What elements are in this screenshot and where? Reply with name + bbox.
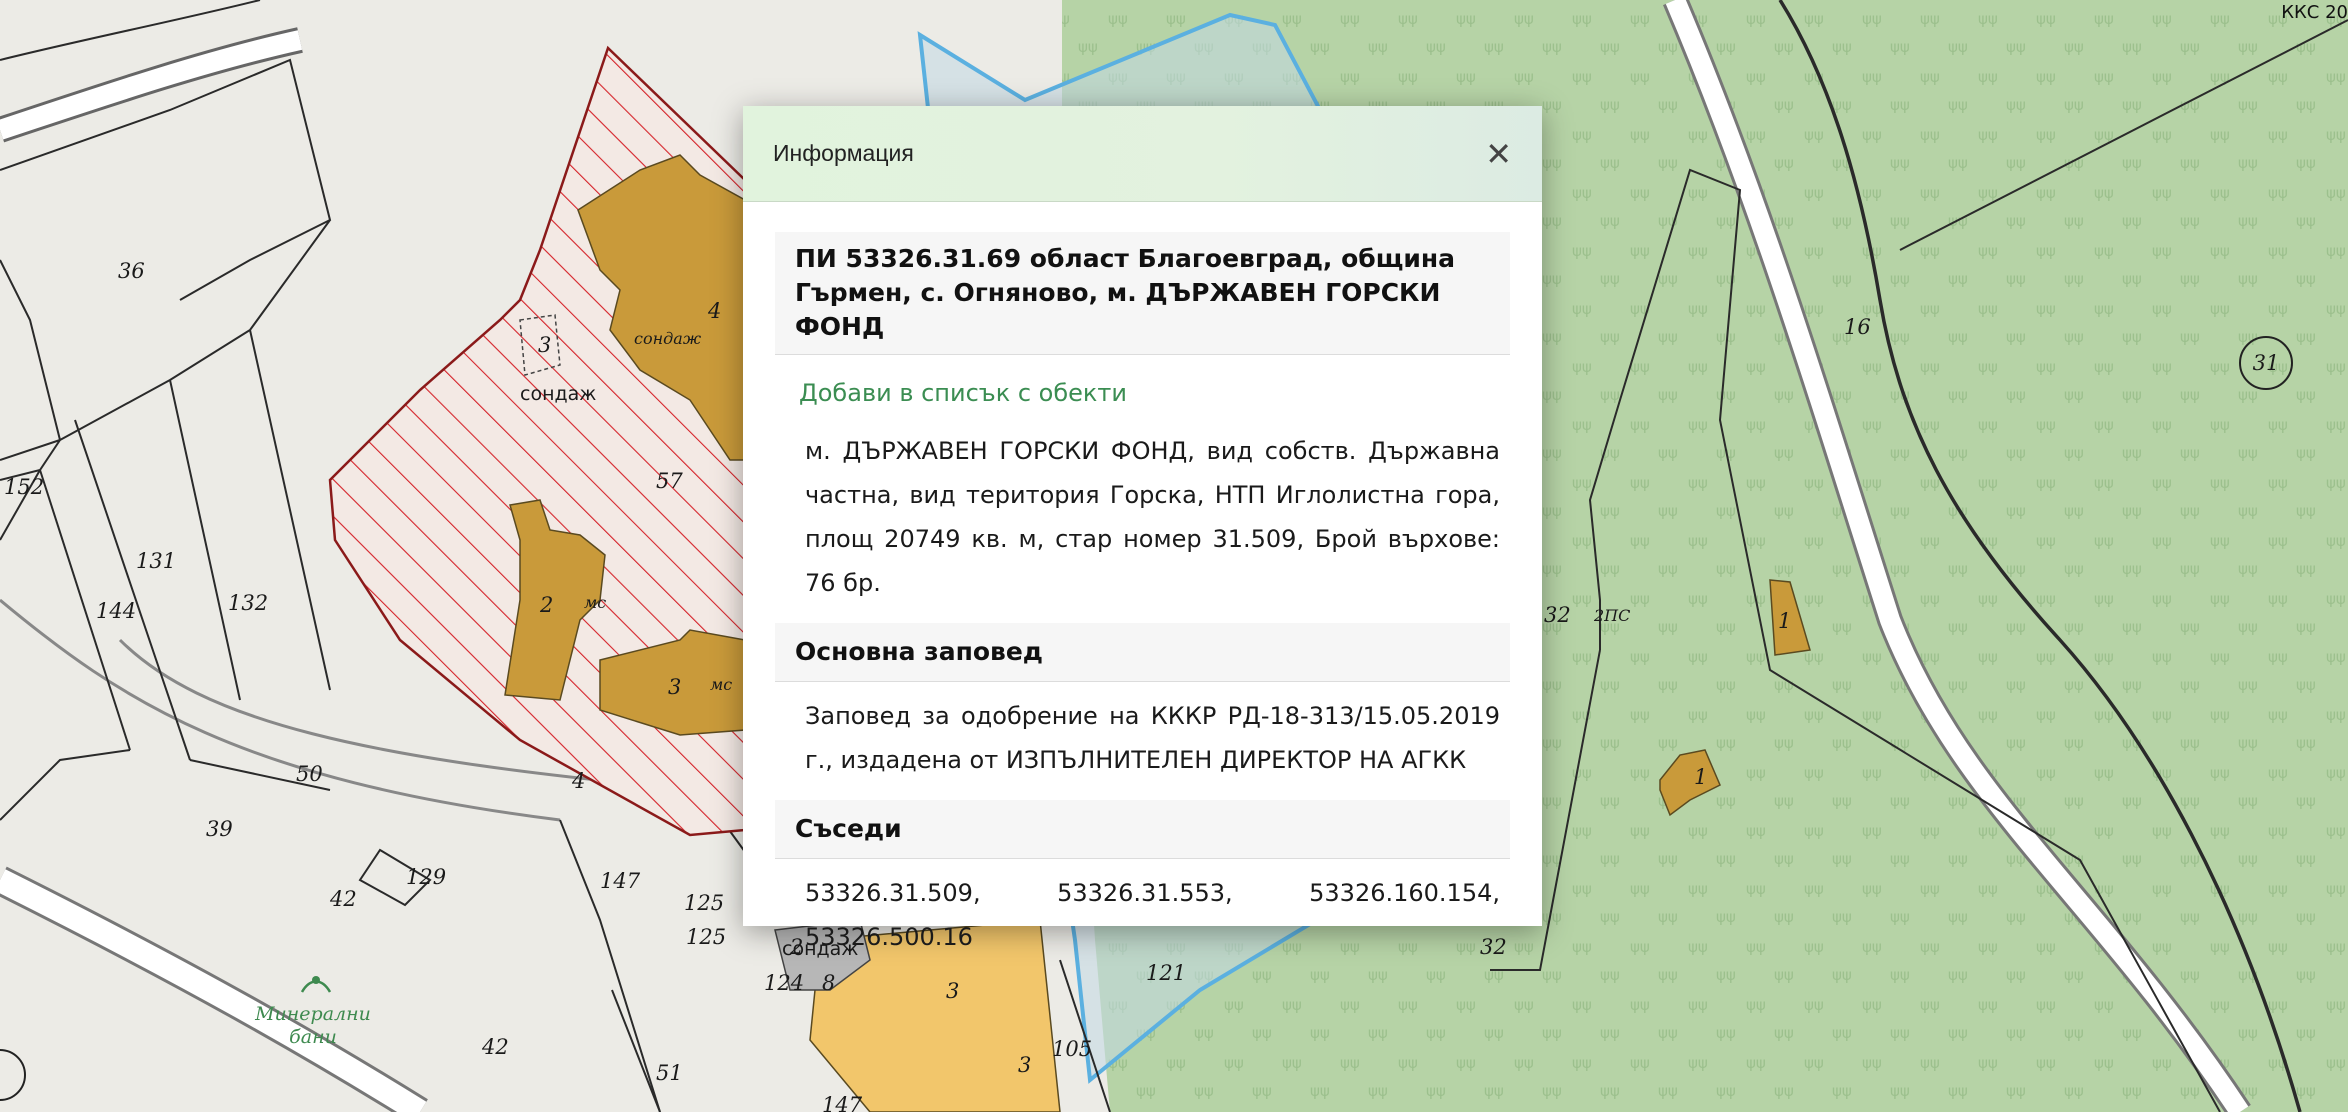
popup-body: ПИ 53326.31.69 област Благоевград, общин… xyxy=(743,202,1542,977)
parcel-label-32a: 32 xyxy=(1544,603,1571,627)
parcel-label-131: 131 xyxy=(136,549,176,573)
parcel-label-42b: 42 xyxy=(481,1035,509,1059)
parcel-label-144: 144 xyxy=(96,599,136,623)
parcel-title: ПИ 53326.31.69 област Благоевград, общин… xyxy=(775,232,1510,355)
neighbors-text: 53326.31.509, 53326.31.553, 53326.160.15… xyxy=(805,879,1500,951)
parcel-label-1b: 1 xyxy=(1694,765,1707,789)
parcel-label-2ps: 2ПС xyxy=(1593,606,1630,625)
parcel-label-147a: 147 xyxy=(600,869,641,893)
parcel-label-42a: 42 xyxy=(329,887,357,911)
popup-title: Информация xyxy=(773,140,914,166)
parcel-label-4b: 4 xyxy=(571,769,585,793)
parcel-label-132: 132 xyxy=(228,591,268,615)
parcel-label-3a: 3 xyxy=(538,333,551,357)
sondazh-label-b: сондаж xyxy=(520,383,596,405)
close-icon[interactable]: ✕ xyxy=(1485,138,1512,170)
add-to-list-link[interactable]: Добави в списък с обекти xyxy=(799,379,1510,407)
parcel-label-3b: 3 xyxy=(668,675,681,699)
order-text: Заповед за одобрение на КККР РД-18-313/1… xyxy=(805,702,1500,774)
parcel-label-125b: 125 xyxy=(686,925,726,949)
parcel-label-36: 36 xyxy=(118,259,145,283)
parcel-description: м. ДЪРЖАВЕН ГОРСКИ ФОНД, вид собств. Дър… xyxy=(805,437,1500,597)
poi-label-line2[interactable]: бани xyxy=(289,1026,337,1048)
parcel-label-4a: 4 xyxy=(707,299,721,323)
parcel-label-50: 50 xyxy=(296,762,323,786)
neighbors-heading: Съседи xyxy=(775,800,1510,859)
parcel-label-3c: 3 xyxy=(946,979,959,1003)
sheet-circle-label: 31 xyxy=(2253,351,2280,375)
parcel-label-1a: 1 xyxy=(1778,609,1791,633)
parcel-label-105: 105 xyxy=(1052,1037,1092,1061)
parcel-label-129: 129 xyxy=(406,865,446,889)
parcel-label-39: 39 xyxy=(206,817,233,841)
parcel-label-3d: 3 xyxy=(1018,1053,1031,1077)
info-popup: Информация ✕ ПИ 53326.31.69 област Благо… xyxy=(743,106,1542,951)
parcel-label-125a: 125 xyxy=(684,891,724,915)
parcel-label-2a: 2 xyxy=(539,593,553,617)
ms-label-a: мс xyxy=(584,593,606,612)
parcel-label-16: 16 xyxy=(1844,315,1871,339)
order-heading: Основна заповед xyxy=(775,623,1510,682)
sondazh-label-a: сондаж xyxy=(634,329,702,348)
ms-label-b: мс xyxy=(710,675,732,694)
poi-label-line1[interactable]: Минерални xyxy=(254,1003,371,1025)
parcel-label-152: 152 xyxy=(4,475,44,499)
popup-header: Информация ✕ xyxy=(743,106,1542,202)
parcel-label-57: 57 xyxy=(656,469,683,493)
parcel-label-147b: 147 xyxy=(822,1093,863,1112)
map-sheet-label: ККС 20 xyxy=(2281,2,2348,23)
parcel-label-51: 51 xyxy=(656,1061,683,1085)
